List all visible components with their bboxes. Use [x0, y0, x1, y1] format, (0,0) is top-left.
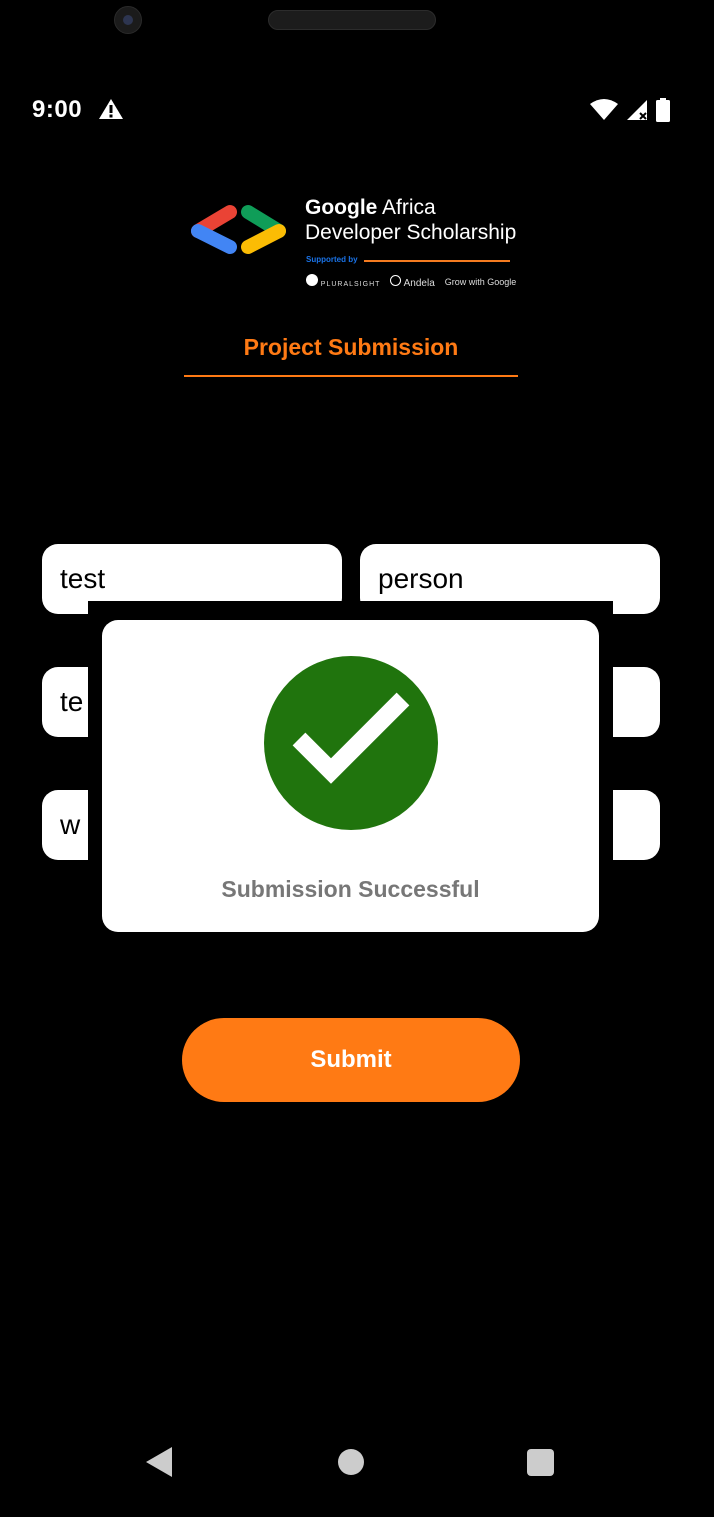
- partner-pluralsight: PLURALSIGHT: [320, 281, 381, 288]
- partner-andela: Andela: [403, 277, 435, 289]
- warning-icon: [98, 98, 124, 125]
- recent-square-icon[interactable]: [527, 1449, 554, 1476]
- supported-by-label: Supported by: [306, 255, 358, 264]
- dialog-message: Submission Successful: [221, 876, 480, 902]
- partner-grow-with-google: Grow with Google: [444, 276, 517, 287]
- status-icons: [590, 98, 670, 127]
- battery-icon: [656, 98, 670, 127]
- earpiece-speaker: [268, 10, 436, 30]
- gads-logo-icon: [186, 202, 286, 261]
- front-camera: [114, 6, 142, 34]
- back-triangle-icon[interactable]: [146, 1447, 172, 1482]
- home-circle-icon[interactable]: [338, 1449, 364, 1475]
- partner-logos: PLURALSIGHT Andela Grow with Google: [306, 274, 516, 289]
- checkmark-circle-icon: [263, 655, 439, 836]
- page-title: Project Submission: [243, 334, 459, 360]
- submit-button[interactable]: Submit: [182, 1018, 520, 1102]
- status-time: 9:00: [32, 96, 83, 123]
- title-underline: [184, 375, 518, 377]
- supported-divider: [364, 260, 510, 262]
- logo-wordmark: Google Africa Developer Scholarship: [305, 196, 516, 246]
- wifi-icon: [590, 99, 618, 126]
- signal-icon: [626, 99, 648, 126]
- andela-icon: [390, 274, 402, 286]
- pluralsight-icon: [306, 274, 318, 286]
- logo-subtitle: Developer Scholarship: [305, 221, 517, 244]
- logo-africa: Africa: [377, 196, 436, 219]
- logo-google: Google: [305, 196, 378, 219]
